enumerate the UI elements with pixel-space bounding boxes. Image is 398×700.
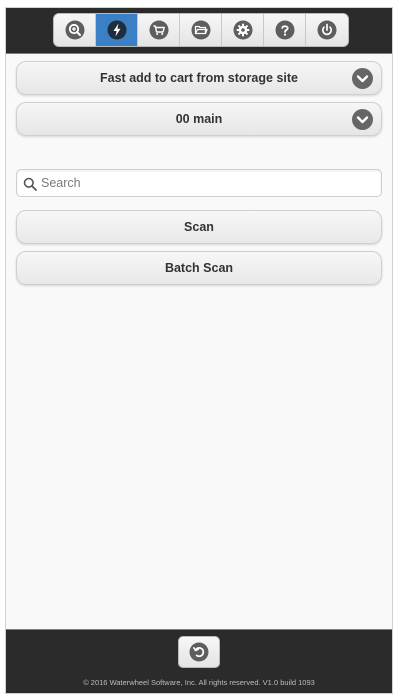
- header-bar: [6, 8, 392, 54]
- batch-scan-button[interactable]: Batch Scan: [16, 251, 382, 285]
- search-input[interactable]: [41, 170, 377, 196]
- help-icon: [275, 20, 294, 40]
- nav-folder-button[interactable]: [180, 14, 222, 46]
- folder-icon: [191, 20, 210, 40]
- gear-icon: [233, 20, 252, 40]
- nav-help-button[interactable]: [264, 14, 306, 46]
- site-select-label: 00 main: [175, 112, 223, 126]
- power-icon: [317, 20, 337, 40]
- app-frame: Fast add to cart from storage site 00 ma…: [5, 7, 393, 694]
- search-zoom-icon: [65, 20, 84, 40]
- copyright-text: © 2016 Waterwheel Software, Inc. All rig…: [83, 678, 315, 687]
- back-button[interactable]: [178, 636, 220, 668]
- nav-cart-button[interactable]: [138, 14, 180, 46]
- cart-icon: [149, 20, 168, 40]
- main-content: Fast add to cart from storage site 00 ma…: [6, 55, 392, 629]
- nav-fast-add-button[interactable]: [96, 14, 138, 46]
- nav-settings-button[interactable]: [222, 14, 264, 46]
- search-box: [16, 169, 382, 197]
- mode-select[interactable]: Fast add to cart from storage site: [16, 61, 382, 95]
- search-icon: [23, 177, 37, 191]
- nav-search-button[interactable]: [54, 14, 96, 46]
- main-nav: [53, 13, 349, 47]
- lightning-icon: [107, 20, 126, 40]
- footer-bar: © 2016 Waterwheel Software, Inc. All rig…: [6, 629, 392, 693]
- mode-select-label: Fast add to cart from storage site: [100, 71, 298, 85]
- chevron-down-icon: [352, 109, 373, 130]
- site-select[interactable]: 00 main: [16, 102, 382, 136]
- chevron-down-icon: [352, 68, 373, 89]
- scan-button[interactable]: Scan: [16, 210, 382, 244]
- nav-logout-button[interactable]: [306, 14, 348, 46]
- undo-icon: [189, 642, 209, 662]
